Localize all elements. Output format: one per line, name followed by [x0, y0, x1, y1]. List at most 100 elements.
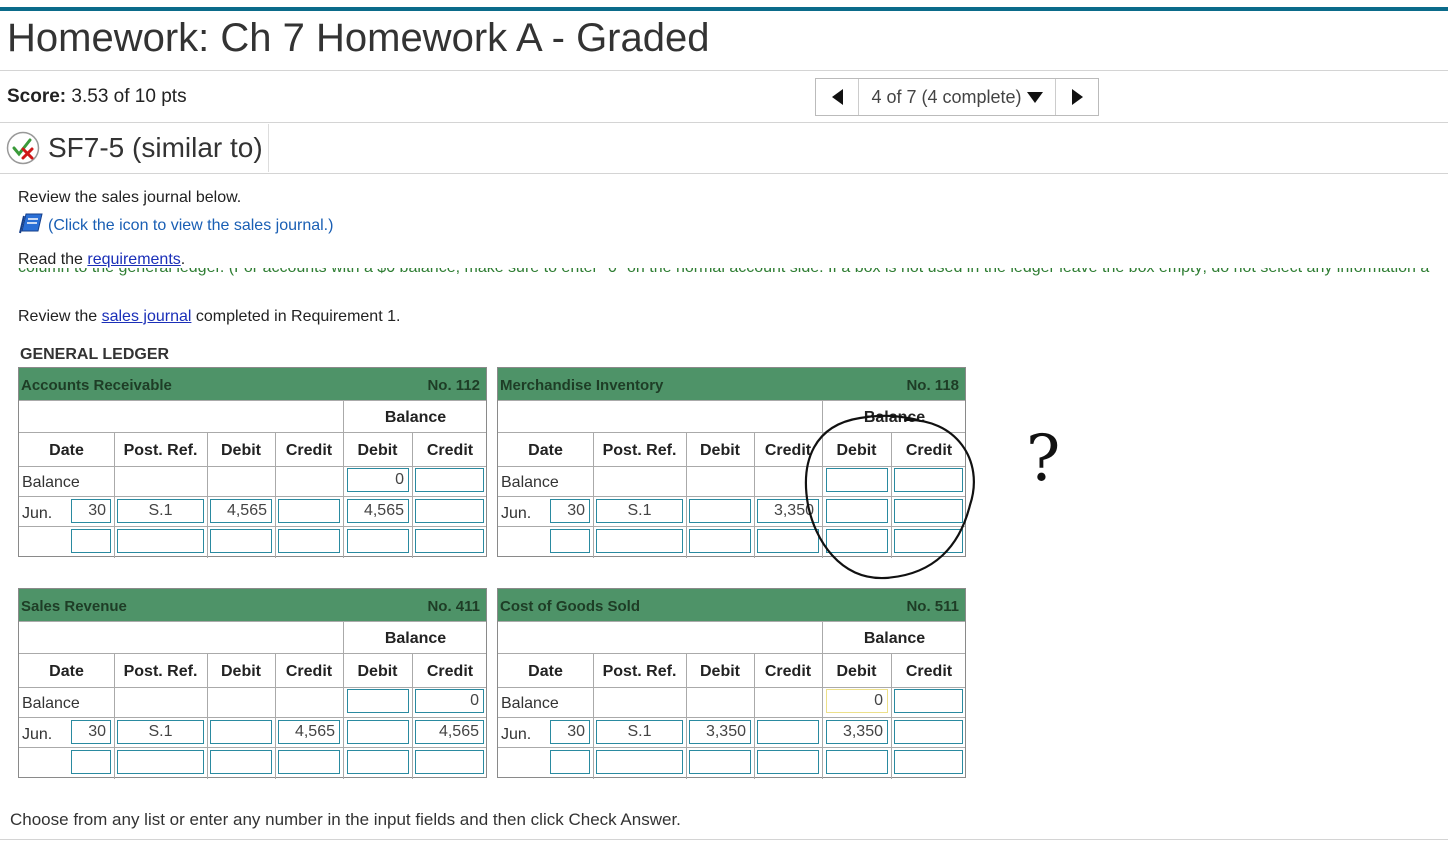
credit-input[interactable] [278, 499, 340, 523]
post-ref-input[interactable] [117, 750, 204, 774]
requirements-link[interactable]: requirements [87, 251, 180, 268]
column-header-date: Date [528, 442, 563, 459]
running-debit-input[interactable] [826, 529, 888, 553]
month-label: Jun. [501, 726, 532, 743]
running-credit-input[interactable] [415, 750, 484, 774]
credit-input[interactable] [757, 720, 819, 744]
running-debit-input[interactable] [347, 750, 409, 774]
debit-input[interactable] [210, 529, 272, 553]
grid-line [19, 717, 486, 718]
column-header-debit: Debit [221, 442, 261, 459]
footer-instruction: Choose from any list or enter any number… [10, 810, 681, 829]
balance-debit-input[interactable]: 0 [347, 468, 409, 492]
balance-credit-input[interactable] [415, 468, 484, 492]
credit-input[interactable] [278, 529, 340, 553]
score-value: 3.53 of 10 pts [71, 86, 187, 107]
running-credit-input[interactable] [894, 529, 963, 553]
running-debit-input[interactable] [347, 720, 409, 744]
grid-line [498, 717, 965, 718]
column-header-credit: Credit [764, 442, 812, 459]
sales-journal-icon-link[interactable]: (Click the icon to view the sales journa… [18, 212, 333, 235]
previous-question-button[interactable] [816, 79, 858, 115]
grid-line [498, 747, 965, 748]
running-credit-input[interactable] [415, 529, 484, 553]
post-ref-input[interactable] [117, 529, 204, 553]
running-debit-input[interactable] [826, 750, 888, 774]
column-header-debit: Debit [836, 663, 877, 680]
grid-line [498, 621, 965, 622]
balance-debit-input[interactable] [347, 689, 409, 713]
account-name: Accounts Receivable [21, 377, 172, 394]
month-label: Jun. [22, 505, 53, 522]
debit-input[interactable] [689, 499, 751, 523]
debit-input[interactable] [210, 750, 272, 774]
post-ref-input[interactable]: S.1 [596, 499, 683, 523]
post-ref-input[interactable]: S.1 [596, 720, 683, 744]
credit-input[interactable] [757, 750, 819, 774]
sales-journal-icon-caption: (Click the icon to view the sales journa… [48, 217, 334, 234]
post-ref-input[interactable]: S.1 [117, 720, 204, 744]
balance-credit-input[interactable] [894, 468, 963, 492]
day-input[interactable] [550, 529, 590, 553]
day-input[interactable] [71, 529, 111, 553]
credit-input[interactable]: 3,350 [757, 499, 819, 523]
running-credit-input[interactable]: 4,565 [415, 720, 484, 744]
column-header-date: Date [528, 663, 563, 680]
column-header-debit: Debit [836, 442, 877, 459]
question-navigator: 4 of 7 (4 complete) [815, 78, 1099, 116]
day-input[interactable]: 30 [71, 499, 111, 523]
credit-input[interactable] [757, 529, 819, 553]
column-header-post-ref: Post. Ref. [123, 442, 198, 459]
day-input[interactable]: 30 [550, 499, 590, 523]
running-debit-input[interactable] [347, 529, 409, 553]
post-ref-input[interactable] [596, 750, 683, 774]
ledger-header: Sales Revenue No. 411 [19, 589, 486, 621]
balance-credit-input[interactable] [894, 689, 963, 713]
debit-input[interactable] [210, 720, 272, 744]
debit-input[interactable] [689, 750, 751, 774]
question-title: SF7-5 (similar to) [48, 132, 263, 163]
balance-credit-input[interactable]: 0 [415, 689, 484, 713]
account-name: Cost of Goods Sold [500, 598, 640, 615]
column-header-credit: Credit [426, 663, 474, 680]
debit-input[interactable]: 4,565 [210, 499, 272, 523]
credit-input[interactable] [278, 750, 340, 774]
question-position: 4 of 7 (4 complete) [871, 86, 1022, 107]
day-input[interactable]: 30 [550, 720, 590, 744]
running-debit-input[interactable]: 3,350 [826, 720, 888, 744]
day-input[interactable] [550, 750, 590, 774]
balance-header: Balance [384, 409, 447, 426]
score-display: Score: 3.53 of 10 pts [7, 86, 187, 108]
running-credit-input[interactable] [415, 499, 484, 523]
next-question-button[interactable] [1056, 79, 1098, 115]
day-input[interactable]: 30 [71, 720, 111, 744]
day-input[interactable] [71, 750, 111, 774]
month-label: Jun. [501, 505, 532, 522]
running-credit-input[interactable] [894, 720, 963, 744]
post-ref-input[interactable]: S.1 [117, 499, 204, 523]
running-debit-input[interactable]: 4,565 [347, 499, 409, 523]
ledger-account: Accounts Receivable No. 112 Balance Date Pos… [18, 367, 487, 558]
balance-debit-input[interactable] [826, 468, 888, 492]
ledger-account: Sales Revenue No. 411 Balance Date Post. Ref… [18, 588, 487, 779]
balance-debit-input[interactable]: 0 [826, 689, 888, 713]
running-credit-input[interactable] [894, 750, 963, 774]
ledger-header: Accounts Receivable No. 112 [19, 368, 486, 400]
question-selector-dropdown[interactable]: 4 of 7 (4 complete) [858, 79, 1056, 115]
divider [0, 122, 1448, 123]
running-credit-input[interactable] [894, 499, 963, 523]
sales-journal-link[interactable]: sales journal [102, 308, 192, 325]
credit-input[interactable]: 4,565 [278, 720, 340, 744]
column-header-debit: Debit [357, 442, 398, 459]
debit-input[interactable]: 3,350 [689, 720, 751, 744]
score-label: Score: [7, 86, 67, 107]
post-ref-input[interactable] [596, 529, 683, 553]
column-header-debit: Debit [357, 663, 398, 680]
running-debit-input[interactable] [826, 499, 888, 523]
column-header-credit: Credit [285, 663, 333, 680]
debit-input[interactable] [689, 529, 751, 553]
column-header-credit: Credit [426, 442, 474, 459]
column-header-debit: Debit [700, 442, 740, 459]
grid-line [19, 496, 486, 497]
grid-line [19, 747, 486, 748]
